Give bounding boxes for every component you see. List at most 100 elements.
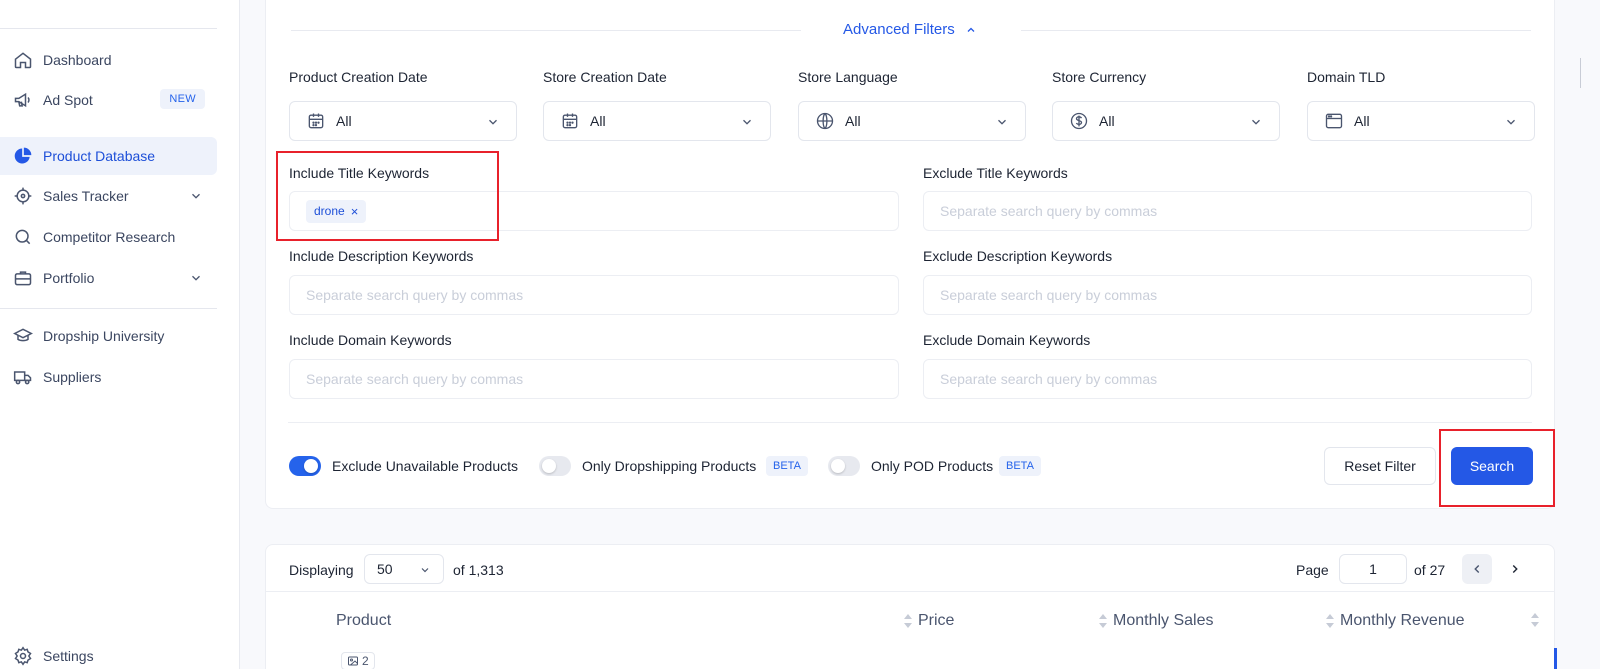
sidebar-item-label: Sales Tracker — [43, 188, 129, 204]
include-domain-text[interactable] — [306, 371, 898, 387]
calendar-icon — [562, 113, 578, 129]
page-number-input[interactable]: 1 — [1339, 554, 1407, 584]
sidebar-item-dropship-university[interactable]: Dropship University — [0, 317, 217, 355]
chevron-down-icon — [489, 119, 497, 125]
sidebar-item-label: Dashboard — [43, 52, 112, 68]
results-table-panel: Displaying 50 of 1,313 Page 1 of 27 Prod… — [265, 544, 1557, 669]
store-currency-label: Store Currency — [1052, 69, 1147, 85]
chevron-down-icon[interactable] — [189, 271, 203, 285]
exclude-unavailable-label: Exclude Unavailable Products — [332, 458, 518, 474]
scroll-edge — [1580, 58, 1581, 88]
section-divider — [288, 422, 1532, 423]
page-label: Page — [1296, 562, 1329, 578]
store-creation-date-label: Store Creation Date — [543, 69, 667, 85]
product-creation-date-select[interactable]: All — [289, 101, 517, 141]
only-pod-label: Only POD Products — [871, 458, 994, 474]
highlight-box — [276, 151, 499, 241]
sidebar-item-label: Dropship University — [43, 328, 165, 344]
store-language-select[interactable]: All — [798, 101, 1026, 141]
column-header-label: Monthly Revenue — [1340, 612, 1465, 629]
exclude-description-keywords-label: Exclude Description Keywords — [923, 248, 1113, 264]
dollar-circle-icon — [1070, 112, 1088, 130]
exclude-title-keywords-label: Exclude Title Keywords — [923, 165, 1068, 181]
include-description-keywords-input[interactable] — [289, 275, 899, 315]
select-value: All — [1099, 113, 1115, 129]
page-total: of 27 — [1414, 562, 1446, 578]
per-page-select[interactable]: 50 — [364, 554, 444, 584]
total-count: of 1,313 — [453, 562, 504, 578]
include-domain-keywords-label: Include Domain Keywords — [289, 332, 452, 348]
exclude-domain-keywords-input[interactable] — [923, 359, 1532, 399]
image-icon — [348, 656, 358, 666]
sidebar-divider — [0, 308, 217, 309]
sidebar-item-sales-tracker[interactable]: Sales Tracker — [0, 177, 217, 215]
browser-window-icon — [1325, 113, 1343, 129]
sidebar-item-dashboard[interactable]: Dashboard — [0, 41, 217, 79]
toggle-knob — [304, 459, 318, 473]
store-currency-select[interactable]: All — [1052, 101, 1280, 141]
sidebar-item-product-database[interactable]: Product Database — [0, 137, 217, 175]
toggle-knob — [542, 459, 556, 473]
advanced-filters-label: Advanced Filters — [843, 21, 955, 38]
chevron-down-icon[interactable] — [189, 189, 203, 203]
sidebar-item-settings[interactable]: Settings — [0, 637, 217, 669]
advanced-filters-toggle[interactable]: Advanced Filters — [266, 21, 1554, 38]
sort-icon[interactable] — [1531, 613, 1539, 627]
home-icon — [12, 49, 34, 71]
sort-icon — [1099, 614, 1107, 628]
exclude-domain-keywords-label: Exclude Domain Keywords — [923, 332, 1091, 348]
new-badge: NEW — [160, 89, 205, 109]
column-header-monthly-sales[interactable]: Monthly Sales — [1099, 612, 1214, 630]
store-creation-date-select[interactable]: All — [543, 101, 771, 141]
only-dropshipping-toggle[interactable] — [539, 456, 571, 476]
select-value: All — [845, 113, 861, 129]
sidebar-item-ad-spot[interactable]: Ad Spot NEW — [0, 81, 217, 119]
target-icon — [12, 185, 34, 207]
next-page-button[interactable] — [1500, 554, 1530, 584]
store-language-label: Store Language — [798, 69, 898, 85]
pie-chart-icon — [12, 145, 34, 167]
include-description-keywords-label: Include Description Keywords — [289, 248, 474, 264]
product-creation-date-label: Product Creation Date — [289, 69, 428, 85]
include-domain-keywords-input[interactable] — [289, 359, 899, 399]
image-count-badge: 2 — [341, 652, 375, 669]
column-header-monthly-revenue[interactable]: Monthly Revenue — [1326, 612, 1465, 630]
highlight-box — [1439, 429, 1555, 507]
exclude-title-keywords-input[interactable] — [923, 191, 1532, 231]
truck-icon — [12, 366, 34, 388]
only-pod-toggle[interactable] — [828, 456, 860, 476]
sidebar-divider — [0, 28, 217, 29]
select-value: All — [590, 113, 606, 129]
filter-panel: Advanced Filters Product Creation Date S… — [265, 0, 1555, 509]
chevron-up-icon — [967, 27, 975, 32]
table-header-divider — [266, 591, 1554, 592]
include-desc-text[interactable] — [306, 287, 898, 303]
sidebar-item-suppliers[interactable]: Suppliers — [0, 358, 217, 396]
chevron-right-icon — [1512, 565, 1518, 573]
exclude-unavailable-toggle[interactable] — [289, 456, 321, 476]
sidebar-item-competitor-research[interactable]: Competitor Research — [0, 218, 217, 256]
chevron-left-icon — [1474, 565, 1480, 573]
chevron-down-icon — [1252, 119, 1260, 125]
beta-badge: BETA — [999, 456, 1041, 476]
chevron-down-icon — [421, 568, 429, 573]
column-header-product[interactable]: Product — [336, 612, 391, 630]
domain-tld-label: Domain TLD — [1307, 69, 1386, 85]
sidebar-item-portfolio[interactable]: Portfolio — [0, 259, 217, 297]
column-header-price[interactable]: Price — [904, 612, 954, 630]
prev-page-button[interactable] — [1462, 554, 1492, 584]
calendar-icon — [308, 113, 324, 129]
exclude-domain-text[interactable] — [940, 371, 1531, 387]
select-value: All — [1354, 113, 1370, 129]
sidebar-item-label: Settings — [43, 648, 94, 664]
sidebar-item-label: Ad Spot — [43, 92, 93, 108]
exclude-title-text[interactable] — [940, 203, 1531, 219]
reset-filter-button[interactable]: Reset Filter — [1324, 447, 1436, 485]
search-icon — [12, 226, 34, 248]
chevron-down-icon — [998, 119, 1006, 125]
exclude-desc-text[interactable] — [940, 287, 1531, 303]
select-value: All — [336, 113, 352, 129]
exclude-description-keywords-input[interactable] — [923, 275, 1532, 315]
chevron-down-icon — [743, 119, 751, 125]
domain-tld-select[interactable]: All — [1307, 101, 1535, 141]
